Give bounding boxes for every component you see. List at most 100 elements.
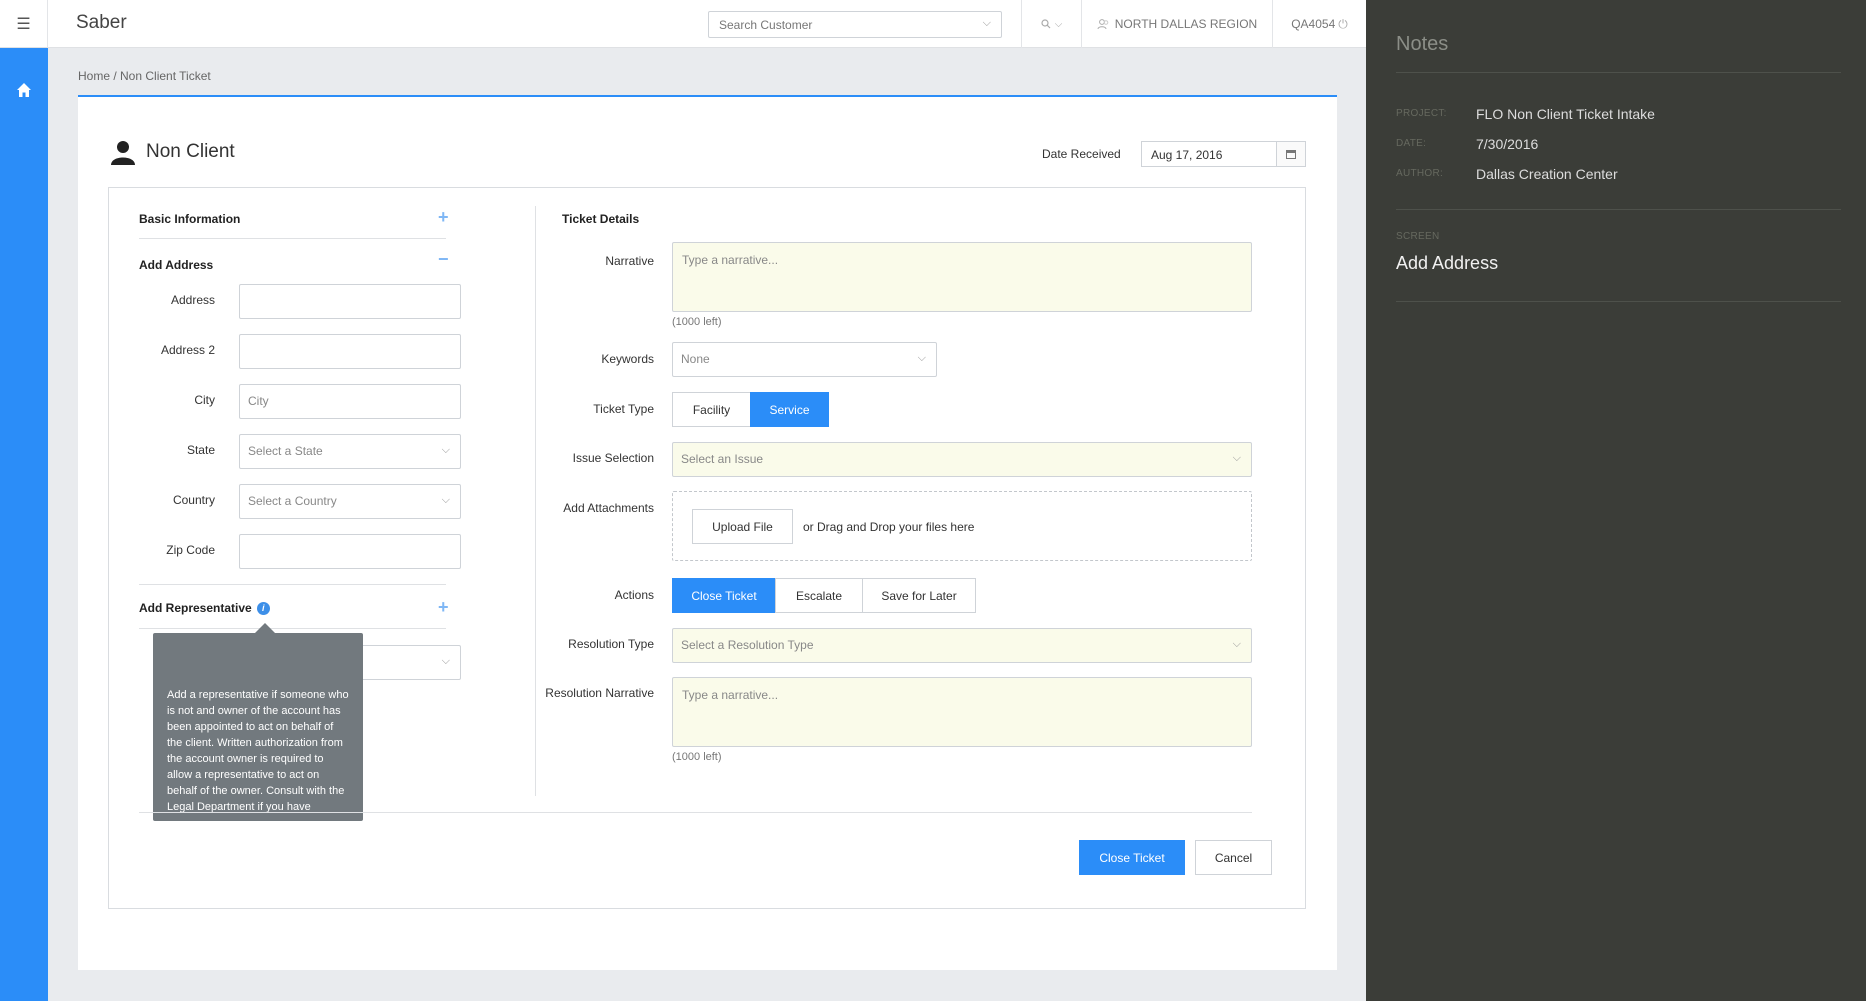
country-select[interactable]: Select a Country ⌵ bbox=[239, 484, 461, 519]
narrative-placeholder: Type a narrative... bbox=[682, 253, 779, 267]
power-icon[interactable]: ⏻ bbox=[1338, 17, 1348, 32]
expand-plus-icon[interactable]: + bbox=[438, 598, 449, 616]
resolution-narrative-label: Resolution Narrative bbox=[545, 686, 654, 700]
country-label: Country bbox=[172, 493, 215, 507]
users-icon bbox=[1097, 18, 1109, 29]
add-address-title: Add Address bbox=[139, 258, 214, 272]
action-save-for-later[interactable]: Save for Later bbox=[862, 578, 976, 613]
chevron-down-icon: ⌵ bbox=[441, 444, 450, 456]
divider bbox=[139, 628, 446, 629]
home-icon[interactable] bbox=[14, 80, 34, 100]
add-representative-label: Add Representative bbox=[139, 601, 252, 615]
search-placeholder: Search Customer bbox=[719, 18, 813, 32]
address-label: Address bbox=[170, 293, 215, 307]
calendar-button[interactable] bbox=[1277, 141, 1306, 167]
action-close-ticket[interactable]: Close Ticket bbox=[672, 578, 776, 613]
side-rail bbox=[0, 48, 48, 1001]
project-value: FLO Non Client Ticket Intake bbox=[1476, 106, 1655, 122]
chevron-down-icon: ⌵ bbox=[441, 655, 450, 667]
drop-hint: or Drag and Drop your files here bbox=[803, 520, 975, 534]
resolution-narrative-textarea[interactable]: Type a narrative... bbox=[672, 677, 1252, 747]
resolution-narrative-placeholder: Type a narrative... bbox=[682, 688, 779, 702]
user-id: QA4054 bbox=[1291, 17, 1336, 31]
city-input[interactable]: City bbox=[239, 384, 461, 419]
city-label: City bbox=[194, 393, 215, 407]
zip-input[interactable] bbox=[239, 534, 461, 569]
top-bar: ☰ Saber Search Customer ⌵ ⌵ NORTH DALLAS… bbox=[0, 0, 1366, 48]
menu-icon[interactable]: ☰ bbox=[0, 0, 48, 48]
ticket-details-title: Ticket Details bbox=[562, 212, 640, 226]
state-label: State bbox=[186, 443, 215, 457]
expand-plus-icon[interactable]: + bbox=[438, 208, 449, 226]
actions-label: Actions bbox=[614, 588, 654, 602]
notes-panel: Notes PROJECT: FLO Non Client Ticket Int… bbox=[1366, 0, 1866, 1001]
chevron-down-icon: ⌵ bbox=[1054, 18, 1063, 30]
notes-title: Notes bbox=[1396, 33, 1449, 55]
divider bbox=[1396, 209, 1841, 210]
collapse-minus-icon[interactable]: − bbox=[438, 250, 449, 268]
keywords-select[interactable]: None ⌵ bbox=[672, 342, 937, 377]
attachments-label: Add Attachments bbox=[563, 501, 654, 515]
date-value: 7/30/2016 bbox=[1476, 136, 1539, 152]
divider bbox=[139, 584, 446, 585]
customer-search-input[interactable]: Search Customer ⌵ bbox=[708, 11, 1002, 38]
author-key: AUTHOR: bbox=[1396, 168, 1444, 179]
screen-key: SCREEN bbox=[1396, 231, 1440, 242]
ticket-type-facility[interactable]: Facility bbox=[672, 392, 751, 427]
resolution-char-count: (1000 left) bbox=[672, 751, 722, 763]
issue-selection-label: Issue Selection bbox=[572, 451, 654, 465]
search-dropdown-button[interactable]: ⌵ bbox=[1021, 0, 1081, 48]
keywords-value: None bbox=[681, 352, 710, 366]
divider bbox=[139, 812, 1252, 813]
issue-select[interactable]: Select an Issue ⌵ bbox=[672, 442, 1252, 477]
keywords-label: Keywords bbox=[601, 352, 654, 366]
ticket-type-service[interactable]: Service bbox=[750, 392, 829, 427]
page-title-text: Non Client bbox=[146, 141, 235, 162]
cancel-button[interactable]: Cancel bbox=[1195, 840, 1272, 875]
upload-file-button[interactable]: Upload File bbox=[692, 509, 793, 544]
region-label: NORTH DALLAS REGION bbox=[1114, 17, 1258, 31]
address2-input[interactable] bbox=[239, 334, 461, 369]
date-received-label: Date Received bbox=[1042, 147, 1121, 161]
basic-info-title: Basic Information bbox=[139, 212, 241, 226]
zip-label: Zip Code bbox=[166, 543, 215, 557]
info-icon[interactable]: i bbox=[256, 602, 270, 616]
add-representative-title: Add Representative i bbox=[139, 601, 270, 616]
chevron-down-icon: ⌵ bbox=[982, 17, 991, 29]
narrative-label: Narrative bbox=[605, 254, 654, 268]
state-value: Select a State bbox=[248, 444, 323, 458]
resolution-type-select[interactable]: Select a Resolution Type ⌵ bbox=[672, 628, 1252, 663]
address-input[interactable] bbox=[239, 284, 461, 319]
page-title: Non Client bbox=[110, 139, 235, 165]
ticket-type-label: Ticket Type bbox=[593, 402, 654, 416]
date-received-input[interactable]: Aug 17, 2016 bbox=[1141, 141, 1277, 167]
person-icon bbox=[111, 141, 135, 165]
region-selector[interactable]: NORTH DALLAS REGION bbox=[1081, 0, 1272, 48]
representative-tooltip: Add a representative if someone who is n… bbox=[153, 633, 363, 821]
state-select[interactable]: Select a State ⌵ bbox=[239, 434, 461, 469]
country-value: Select a Country bbox=[248, 494, 337, 508]
divider bbox=[1396, 72, 1841, 73]
search-icon bbox=[1041, 19, 1051, 29]
submit-close-ticket-button[interactable]: Close Ticket bbox=[1079, 840, 1185, 875]
attachment-dropzone[interactable]: Upload File or Drag and Drop your files … bbox=[672, 491, 1252, 561]
issue-value: Select an Issue bbox=[681, 452, 764, 466]
calendar-icon bbox=[1286, 150, 1296, 159]
tooltip-arrow bbox=[255, 623, 275, 633]
chevron-down-icon: ⌵ bbox=[1232, 452, 1241, 464]
action-escalate[interactable]: Escalate bbox=[775, 578, 863, 613]
screen-value: Add Address bbox=[1396, 253, 1499, 273]
form-panel: Basic Information + Add Address − Addres… bbox=[108, 187, 1306, 909]
chevron-down-icon: ⌵ bbox=[917, 352, 926, 364]
divider bbox=[139, 238, 446, 239]
user-menu[interactable]: QA4054 ⏻ bbox=[1272, 0, 1366, 48]
narrative-char-count: (1000 left) bbox=[672, 316, 722, 328]
chevron-down-icon: ⌵ bbox=[441, 494, 450, 506]
brand-name: Saber bbox=[76, 12, 127, 33]
date-key: DATE: bbox=[1396, 138, 1427, 149]
city-placeholder: City bbox=[248, 394, 269, 408]
resolution-type-label: Resolution Type bbox=[568, 637, 654, 651]
narrative-textarea[interactable]: Type a narrative... bbox=[672, 242, 1252, 312]
breadcrumb[interactable]: Home / Non Client Ticket bbox=[78, 69, 211, 83]
author-value: Dallas Creation Center bbox=[1476, 166, 1618, 182]
